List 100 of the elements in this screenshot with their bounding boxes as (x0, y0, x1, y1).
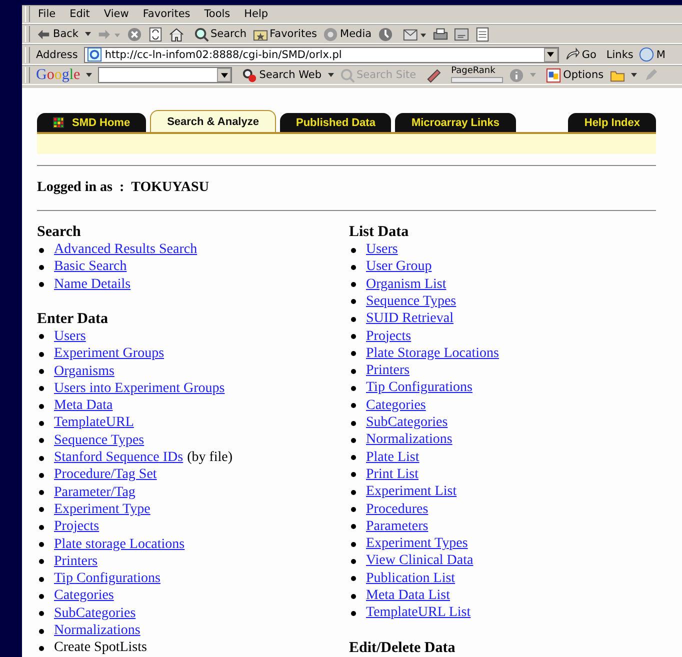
bullet-icon (39, 420, 44, 426)
nav-tab[interactable]: Help Index (568, 113, 656, 132)
menu-link[interactable]: Users into Experiment Groups (54, 380, 225, 397)
dropdown-button[interactable] (217, 68, 232, 82)
link-button[interactable]: M (639, 47, 666, 62)
dropdown-button[interactable] (544, 48, 558, 62)
refresh-icon[interactable] (148, 26, 162, 42)
mail-icon[interactable] (402, 26, 427, 42)
menu-link[interactable]: Printers (54, 554, 98, 570)
menu-link[interactable]: Experiment List (366, 484, 457, 500)
bullet-icon (39, 542, 44, 548)
menu-link[interactable]: User Group (366, 259, 432, 276)
menu-link[interactable]: Users (366, 242, 398, 258)
menu-link[interactable]: Printers (366, 363, 410, 380)
menu-link[interactable]: Categories (54, 588, 114, 604)
bullet-icon (351, 438, 356, 443)
caret-icon[interactable] (86, 73, 92, 78)
nav-tab[interactable]: Published Data (280, 113, 392, 132)
bullet-icon (351, 386, 356, 391)
menu-link[interactable]: Categories (366, 398, 426, 414)
bullet-icon (39, 611, 44, 616)
menu-link[interactable]: Tip Configurations (54, 571, 160, 588)
menu-link[interactable]: Stanford Sequence IDs (54, 450, 184, 466)
go-button[interactable]: Go (564, 47, 596, 62)
menu-link[interactable]: SubCategories (54, 606, 136, 622)
home-icon[interactable] (168, 26, 184, 42)
menu-link[interactable]: Name Details (54, 276, 131, 293)
menu-link[interactable]: Basic Search (54, 259, 127, 276)
history-icon[interactable] (378, 26, 393, 42)
menu-link[interactable]: TemplateURL (54, 415, 134, 432)
caret-icon[interactable] (630, 73, 637, 78)
nav-tab[interactable]: Microarray Links (395, 113, 516, 132)
menu-link[interactable]: Plate Storage Locations (366, 346, 499, 362)
disc-icon (323, 26, 338, 42)
options-icon (546, 68, 562, 83)
menu-link[interactable]: Plate List (366, 450, 420, 466)
menu-link[interactable]: Parameters (366, 518, 428, 535)
menu-item[interactable]: View (104, 8, 129, 20)
caret-icon (220, 72, 228, 78)
pagerank-meter: PageRank (451, 67, 504, 84)
address-field[interactable]: http://cc-ln-infom02:8888/cgi-bin/SMD/orlx.pl (84, 46, 559, 63)
menu-item[interactable]: Tools (204, 8, 230, 20)
nav-tab[interactable]: Search & Analyze (150, 110, 276, 132)
menu-link[interactable]: Users (54, 328, 86, 345)
media-button[interactable]: Media (323, 26, 372, 42)
search-button[interactable]: Search (194, 26, 247, 42)
bullet-icon (351, 610, 356, 616)
menu-link[interactable]: Sequence Types (54, 432, 144, 449)
menu-link[interactable]: Organism List (366, 276, 446, 293)
menu-link[interactable]: Tip Configurations (366, 380, 472, 396)
printer-icon[interactable] (432, 26, 448, 42)
info-icon[interactable] (509, 68, 524, 83)
menu-link[interactable]: View Clinical Data (366, 553, 474, 570)
search-field[interactable] (98, 67, 232, 84)
menu-item[interactable]: Edit (70, 8, 90, 20)
menu-link[interactable]: Meta Data (54, 398, 113, 414)
menu-link[interactable]: SUID Retrieval (366, 311, 454, 328)
search-icon (194, 26, 208, 42)
caret-icon[interactable] (328, 73, 334, 78)
bullet-icon (351, 455, 356, 460)
menu-link[interactable]: Experiment Groups (54, 346, 164, 362)
menu-item[interactable]: Favorites (142, 8, 190, 20)
menu-link[interactable]: Experiment Type (54, 502, 150, 518)
stop-icon[interactable] (126, 26, 142, 42)
menu-link[interactable]: TemplateURL List (366, 605, 471, 622)
bullet-icon (39, 490, 44, 496)
menu-link[interactable]: Normalizations (54, 623, 140, 640)
edit-icon[interactable] (454, 26, 469, 42)
links-label[interactable]: Links (606, 48, 634, 61)
favorites-button[interactable]: Favorites (252, 26, 318, 42)
highlighter-icon[interactable] (426, 68, 442, 83)
bullet-icon (351, 420, 356, 426)
menu-link[interactable]: Publication List (366, 570, 456, 587)
menu-link[interactable]: Normalizations (366, 432, 452, 448)
menu-link[interactable]: Procedures (366, 502, 428, 518)
menu-link[interactable]: Projects (54, 519, 100, 536)
bullet-icon (351, 490, 356, 495)
bullet-icon (39, 438, 44, 444)
menu-link[interactable]: Experiment Types (366, 536, 468, 552)
menu-item[interactable]: Help (244, 8, 268, 20)
search-web-button[interactable]: Search Web (242, 68, 322, 83)
menu-link[interactable]: Meta Data List (366, 588, 450, 604)
document-icon[interactable] (474, 26, 490, 42)
menu-link[interactable]: Advanced Results Search (54, 242, 198, 258)
nav-tab[interactable]: SMD Home (37, 113, 146, 132)
menu-link[interactable]: Projects (366, 328, 412, 345)
menu-link[interactable]: Procedure/Tag Set (54, 467, 157, 484)
menu-link[interactable]: Parameter/Tag (54, 484, 136, 501)
menu-link[interactable]: Sequence Types (366, 294, 456, 310)
address-label: Address (36, 48, 78, 61)
caret-icon[interactable] (84, 32, 90, 36)
menu-item[interactable]: File (38, 8, 56, 20)
google-logo[interactable]: Google (36, 66, 80, 84)
menu-link[interactable]: SubCategories (366, 415, 448, 432)
search-icon (340, 68, 354, 83)
menu-link[interactable]: Plate storage Locations (54, 536, 185, 553)
options-button[interactable]: Options (546, 68, 604, 83)
menu-link[interactable]: Print List (366, 466, 419, 483)
menu-link[interactable]: Organisms (54, 364, 114, 380)
back-button[interactable]: Back (36, 26, 78, 42)
